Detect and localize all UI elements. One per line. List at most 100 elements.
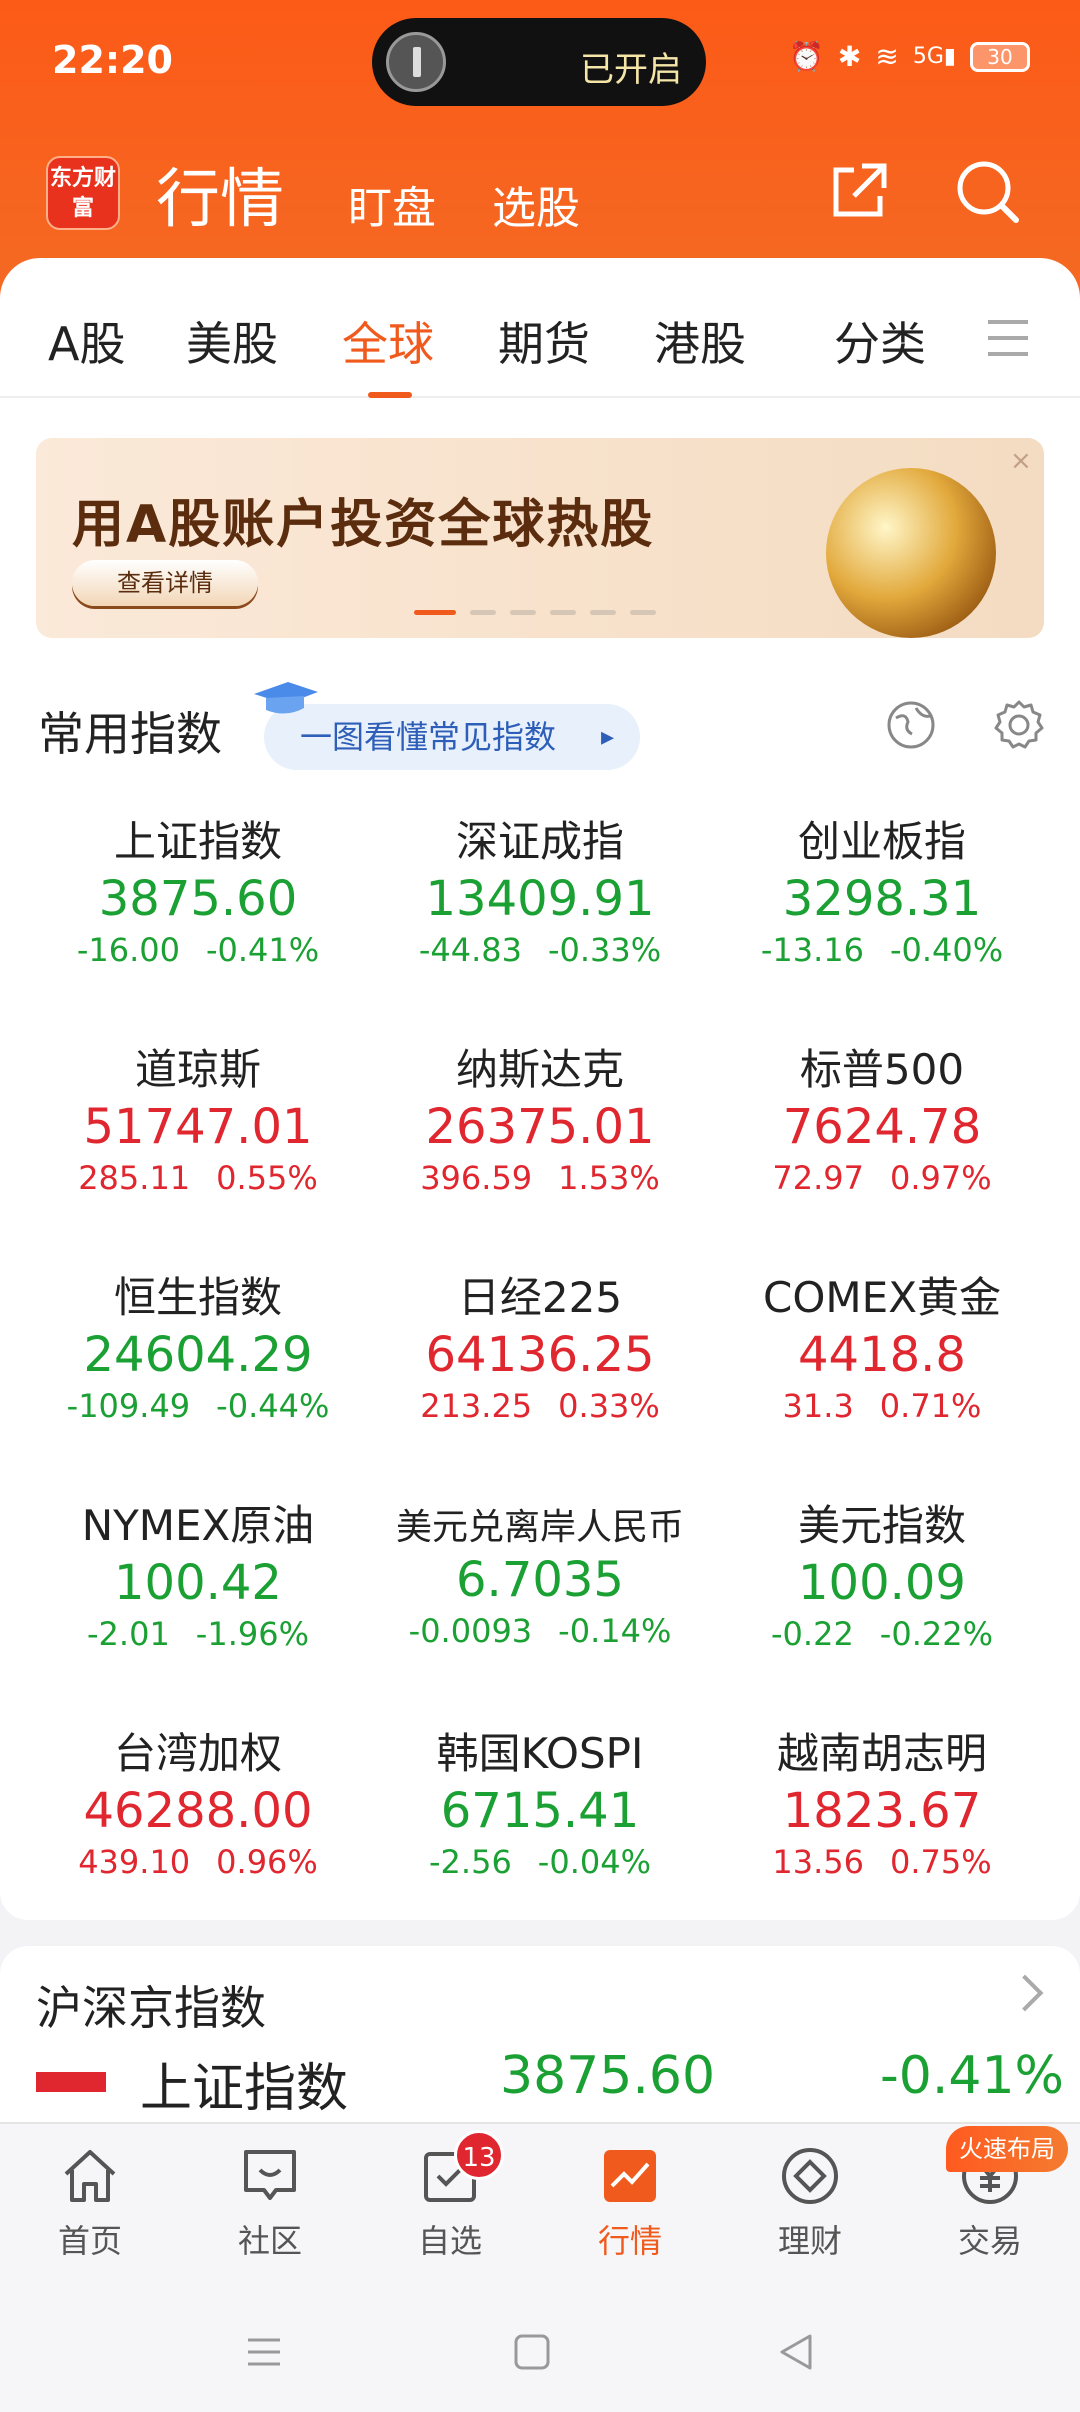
index-card[interactable]: 深证成指 13409.91 -44.83 -0.33% [360, 808, 720, 1008]
index-card[interactable]: 恒生指数 24604.29 -109.49 -0.44% [18, 1264, 378, 1464]
index-name: 越南胡志明 [776, 1729, 987, 1778]
settings-icon[interactable] [992, 698, 1046, 752]
index-card[interactable]: 道琼斯 51747.01 285.11 0.55% [18, 1036, 378, 1236]
nav-stock-picker[interactable]: 选股 [492, 172, 580, 236]
index-card[interactable]: NYMEX原油 100.42 -2.01 -1.96% [18, 1492, 378, 1692]
index-card[interactable]: 标普500 7624.78 72.97 0.97% [702, 1036, 1062, 1236]
index-change: 396.59 1.53% [420, 1159, 660, 1197]
promo-banner[interactable]: 用A股账户投资全球热股 查看详情 × [36, 438, 1044, 638]
index-change: 31.3 0.71% [782, 1387, 982, 1425]
banner-pagination [414, 610, 656, 615]
pagination-dot [414, 610, 456, 615]
nav-label: 理财 [777, 2222, 842, 2260]
index-price: 100.09 [798, 1555, 966, 1611]
pagination-dot [470, 610, 496, 615]
trade-promo-tag[interactable]: 火速布局 [946, 2126, 1068, 2172]
app-bar: 东方财富 行情 盯盘 选股 [0, 140, 1080, 250]
index-name: 道琼斯 [134, 1045, 261, 1094]
alarm-icon: ⏰ [789, 40, 824, 73]
index-card[interactable]: 韩国KOSPI 6715.41 -2.56 -0.04% [360, 1720, 720, 1920]
chevron-right-icon[interactable] [1006, 1974, 1044, 2012]
index-price: 100.42 [114, 1555, 282, 1611]
index-change: 439.10 0.96% [78, 1843, 318, 1881]
banner-details-button[interactable]: 查看详情 [72, 560, 258, 606]
index-price: 13409.91 [425, 871, 655, 927]
index-price: 24604.29 [83, 1327, 313, 1383]
index-card[interactable]: 台湾加权 46288.00 439.10 0.96% [18, 1720, 378, 1920]
pagination-dot [510, 610, 536, 615]
diamond-icon [782, 2148, 838, 2204]
nav-community[interactable]: 社区 [200, 2144, 340, 2262]
index-change: -2.01 -1.96% [87, 1615, 309, 1653]
signal-icon: 5G▮ [912, 44, 956, 69]
index-change: -44.83 -0.33% [418, 931, 662, 969]
nav-watch[interactable]: 盯盘 [348, 172, 436, 236]
nav-wealth[interactable]: 理财 [740, 2144, 880, 2262]
nav-quotes-tab[interactable]: 行情 [560, 2144, 700, 2262]
index-guide-link[interactable]: 一图看懂常见指数 [264, 704, 640, 770]
search-icon[interactable] [948, 152, 1028, 232]
index-card[interactable]: 纳斯达克 26375.01 396.59 1.53% [360, 1036, 720, 1236]
index-card[interactable]: 美元兑离岸人民币 6.7035 -0.0093 -0.14% [360, 1492, 720, 1692]
chat-icon [244, 2150, 296, 2200]
menu-icon[interactable] [988, 320, 1028, 368]
menu-key-icon[interactable] [244, 2332, 284, 2372]
index-name: 美元指数 [797, 1501, 966, 1550]
index-price: 4418.8 [798, 1327, 966, 1383]
common-indices-title: 常用指数 [38, 707, 222, 761]
index-price: 64136.25 [425, 1327, 655, 1383]
index-flag-icon [36, 2072, 106, 2092]
index-card[interactable]: 越南胡志明 1823.67 13.56 0.75% [702, 1720, 1062, 1920]
index-card[interactable]: 日经225 64136.25 213.25 0.33% [360, 1264, 720, 1464]
index-name: 深证成指 [455, 817, 624, 866]
globe-map-icon[interactable] [884, 698, 938, 752]
tab-futures[interactable]: 期货 [498, 308, 590, 374]
status-bar: 22:20 已开启 ⏰ ✱ ≋ 5G▮ 30 [0, 0, 1080, 120]
nav-label: 首页 [57, 2222, 122, 2260]
index-change: -0.0093 -0.14% [408, 1612, 672, 1650]
index-change: 13.56 0.75% [772, 1843, 992, 1881]
shsz-indices-section[interactable]: 沪深京指数 上证指数 3875.60 -0.41% [0, 1946, 1080, 2146]
index-name: 恒生指数 [113, 1273, 282, 1322]
nav-label: 社区 [237, 2222, 302, 2260]
index-name: 日经225 [457, 1273, 623, 1322]
tab-categories[interactable]: 分类 [834, 308, 926, 374]
nav-home[interactable]: 首页 [20, 2144, 160, 2262]
banner-title: 用A股账户投资全球热股 [72, 495, 655, 555]
index-change: 213.25 0.33% [420, 1387, 660, 1425]
index-card[interactable]: 美元指数 100.09 -0.22 -0.22% [702, 1492, 1062, 1692]
tab-hk-stocks[interactable]: 港股 [654, 308, 746, 374]
wifi-icon: ≋ [875, 40, 899, 73]
system-icons: ⏰ ✱ ≋ 5G▮ 30 [789, 40, 1030, 73]
index-name: 创业板指 [797, 817, 966, 866]
tab-global[interactable]: 全球 [342, 308, 434, 374]
index-card[interactable]: COMEX黄金 4418.8 31.3 0.71% [702, 1264, 1062, 1464]
back-key-icon[interactable] [776, 2332, 816, 2372]
flashlight-pill[interactable]: 已开启 [372, 18, 706, 106]
tab-us-stocks[interactable]: 美股 [186, 308, 278, 374]
pagination-dot [630, 610, 656, 615]
index-card[interactable]: 创业板指 3298.31 -13.16 -0.40% [702, 808, 1062, 1008]
nav-label: 行情 [597, 2222, 662, 2260]
app-logo[interactable]: 东方财富 [46, 156, 120, 230]
home-key-icon[interactable] [512, 2332, 552, 2372]
index-name: 纳斯达克 [455, 1045, 624, 1094]
market-tabs: A股 美股 全球 期货 港股 分类 [0, 258, 1080, 398]
nav-quotes[interactable]: 行情 [156, 148, 284, 240]
index-change: -13.16 -0.40% [760, 931, 1004, 969]
index-card[interactable]: 上证指数 3875.60 -16.00 -0.41% [18, 808, 378, 1008]
nav-label: 自选 [417, 2222, 482, 2260]
share-icon[interactable] [818, 152, 898, 232]
pagination-dot [550, 610, 576, 615]
pagination-dot [590, 610, 616, 615]
system-nav-bar [0, 2292, 1080, 2412]
home-icon [64, 2150, 116, 2202]
peek-index-pct: -0.41% [880, 2046, 1064, 2106]
status-time: 22:20 [52, 38, 173, 82]
index-change: 285.11 0.55% [78, 1159, 318, 1197]
index-price: 3875.60 [98, 871, 298, 927]
index-price: 1823.67 [782, 1783, 982, 1839]
graduation-cap-icon [254, 682, 318, 714]
close-icon[interactable]: × [1010, 446, 1032, 476]
tab-a-shares[interactable]: A股 [48, 308, 125, 374]
